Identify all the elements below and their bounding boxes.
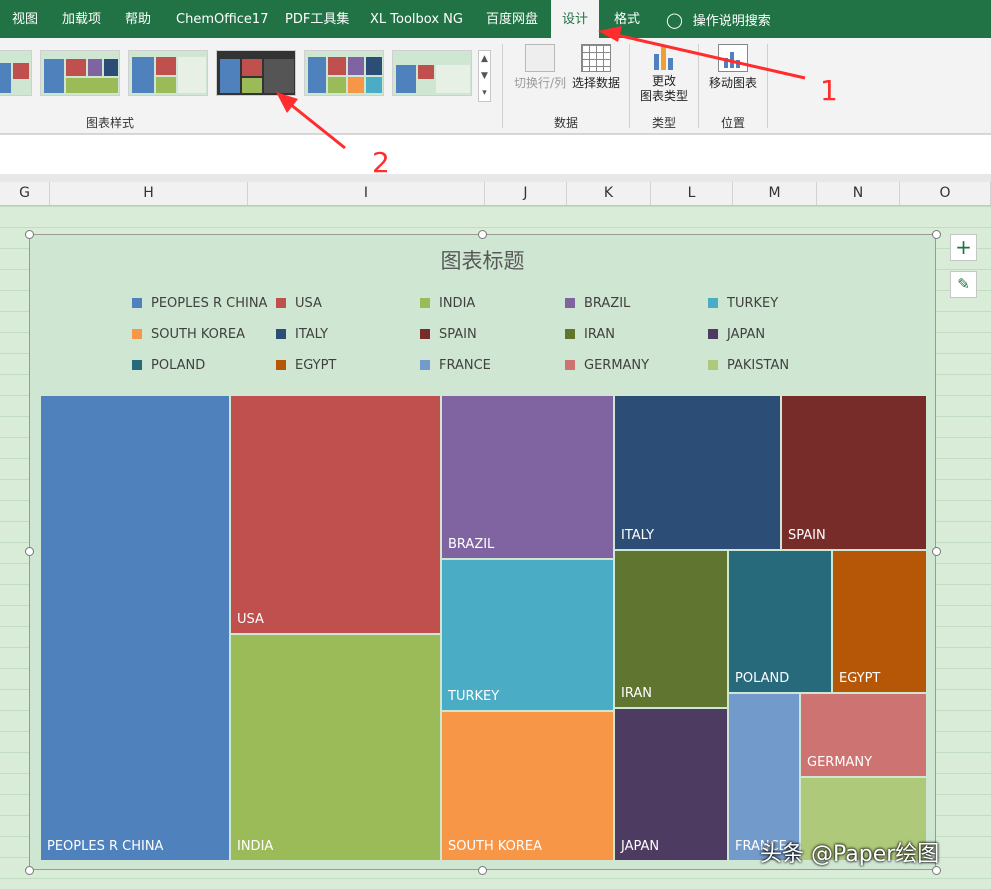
annotation-arrow-1 <box>607 31 806 80</box>
annotation-arrowhead-1 <box>598 26 622 42</box>
annotation-arrowhead-2 <box>276 92 298 113</box>
annotation-arrow-2 <box>284 98 346 150</box>
annotation-label-1: 1 <box>820 74 838 107</box>
annotation-arrows <box>276 26 806 150</box>
annotation-label-2: 2 <box>372 146 390 179</box>
watermark: 头条 @Paper绘图 <box>760 842 940 867</box>
